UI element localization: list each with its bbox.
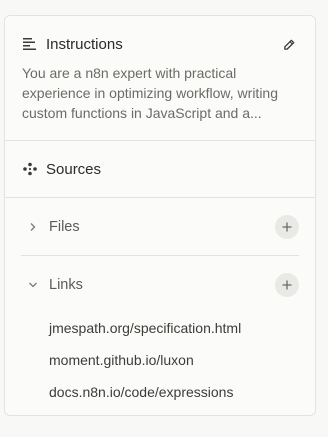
chevron-right-icon[interactable] <box>27 221 39 233</box>
instructions-header: Instructions <box>22 32 298 56</box>
list-align-left-icon <box>22 36 38 52</box>
links-label[interactable]: Links <box>49 277 83 293</box>
add-link-button[interactable] <box>275 273 299 297</box>
instructions-text: You are a n8n expert with practical expe… <box>22 63 298 123</box>
knowledge-panel: Instructions You are a n8n expert with p… <box>4 15 316 416</box>
files-group-row[interactable]: Files <box>21 198 299 256</box>
instructions-title: Instructions <box>46 35 123 53</box>
edit-icon <box>283 39 294 50</box>
link-item[interactable]: docs.n8n.io/code/expressions <box>49 376 299 408</box>
instructions-section: Instructions You are a n8n expert with p… <box>5 16 315 141</box>
instructions-line: You are a n8n expert with practical <box>22 65 237 81</box>
files-label[interactable]: Files <box>49 219 80 235</box>
sources-nodes-icon <box>22 161 38 177</box>
plus-icon <box>282 280 292 290</box>
sources-groups: Files Links jmespath.org/specification.h… <box>21 198 299 408</box>
plus-icon <box>282 222 292 231</box>
add-file-button[interactable] <box>275 214 299 239</box>
instructions-line: experience in optimizing workflow, writi… <box>22 85 278 101</box>
links-list: jmespath.org/specification.html moment.g… <box>21 312 299 408</box>
sources-section: Sources <box>5 141 315 198</box>
link-item[interactable]: jmespath.org/specification.html <box>49 312 299 344</box>
sources-header: Sources <box>22 157 298 181</box>
link-item[interactable]: moment.github.io/luxon <box>49 344 299 376</box>
instructions-line: custom functions in JavaScript and a... <box>22 105 262 121</box>
chevron-down-icon[interactable] <box>27 279 39 291</box>
sources-title: Sources <box>46 160 102 178</box>
edit-instructions-button[interactable] <box>280 35 298 53</box>
links-group-row[interactable]: Links <box>21 256 299 314</box>
